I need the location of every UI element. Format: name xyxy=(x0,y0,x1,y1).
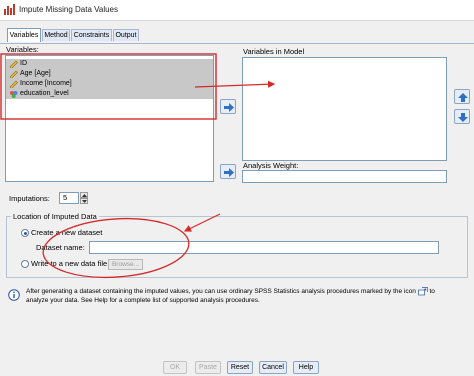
info-text: After generating a dataset containing th… xyxy=(26,287,435,305)
tab-variables[interactable]: Variables xyxy=(7,28,41,42)
info-icon xyxy=(8,289,20,301)
imputation-procedure-icon xyxy=(417,287,428,296)
chevron-up-icon xyxy=(82,194,87,197)
tab-constraints[interactable]: Constraints xyxy=(71,29,112,41)
list-item-label: education_level xyxy=(20,90,69,97)
dataset-name-label: Dataset name: xyxy=(36,243,85,252)
create-dataset-label: Create a new dataset xyxy=(31,228,103,237)
list-item-education-level[interactable]: education_level xyxy=(6,89,213,99)
move-up-button[interactable] xyxy=(454,89,470,104)
ok-button[interactable]: OK xyxy=(163,361,187,374)
create-dataset-radio[interactable] xyxy=(21,229,29,237)
scale-ruler-icon xyxy=(9,70,18,78)
tab-method[interactable]: Method xyxy=(42,29,70,41)
model-listbox[interactable] xyxy=(242,57,447,161)
variables-label: Variables: xyxy=(6,45,39,54)
location-groupbox-title: Location of Imputed Data xyxy=(11,212,99,221)
list-item-label: Age [Age] xyxy=(20,70,51,77)
analysis-weight-label: Analysis Weight: xyxy=(243,161,299,170)
tab-output[interactable]: Output xyxy=(113,29,139,41)
imputations-input[interactable]: 5 xyxy=(59,192,79,204)
imputations-decrement-button[interactable] xyxy=(80,198,88,204)
scale-ruler-icon xyxy=(9,80,18,88)
browse-button[interactable]: Browse... xyxy=(108,259,143,270)
list-item-age[interactable]: Age [Age] xyxy=(6,69,213,79)
dataset-name-field[interactable] xyxy=(89,241,439,254)
nominal-icon xyxy=(10,91,18,98)
imputations-label: Imputations: xyxy=(9,194,50,203)
window-title: Impute Missing Data Values xyxy=(19,5,119,14)
spss-app-icon xyxy=(4,4,15,15)
model-label: Variables in Model xyxy=(243,47,305,56)
move-to-model-button[interactable] xyxy=(220,99,236,114)
reset-button[interactable]: Reset xyxy=(227,361,253,374)
scale-ruler-icon xyxy=(9,60,18,68)
arrow-right-icon xyxy=(224,168,234,177)
arrow-down-icon xyxy=(458,113,468,122)
help-button[interactable]: Help xyxy=(293,361,319,374)
cancel-button[interactable]: Cancel xyxy=(259,361,287,374)
list-item-income[interactable]: Income [Income] xyxy=(6,79,213,89)
title-bar: Impute Missing Data Values xyxy=(0,0,474,21)
analysis-weight-field[interactable] xyxy=(242,170,447,183)
write-new-file-radio[interactable] xyxy=(21,260,29,268)
arrow-up-icon xyxy=(458,93,468,102)
arrow-right-icon xyxy=(224,103,234,112)
list-item-label: ID xyxy=(20,60,27,67)
move-to-weight-button[interactable] xyxy=(220,164,236,179)
list-item-id[interactable]: ID xyxy=(6,59,213,69)
chevron-down-icon xyxy=(82,200,87,203)
move-down-button[interactable] xyxy=(454,109,470,124)
paste-button[interactable]: Paste xyxy=(195,361,221,374)
list-item-label: Income [Income] xyxy=(20,80,72,87)
tab-panel-border xyxy=(0,43,474,44)
write-new-file-label: Write to a new data file xyxy=(31,259,108,268)
variables-listbox[interactable]: ID Age [Age] Income [Income] education_l… xyxy=(5,55,214,182)
